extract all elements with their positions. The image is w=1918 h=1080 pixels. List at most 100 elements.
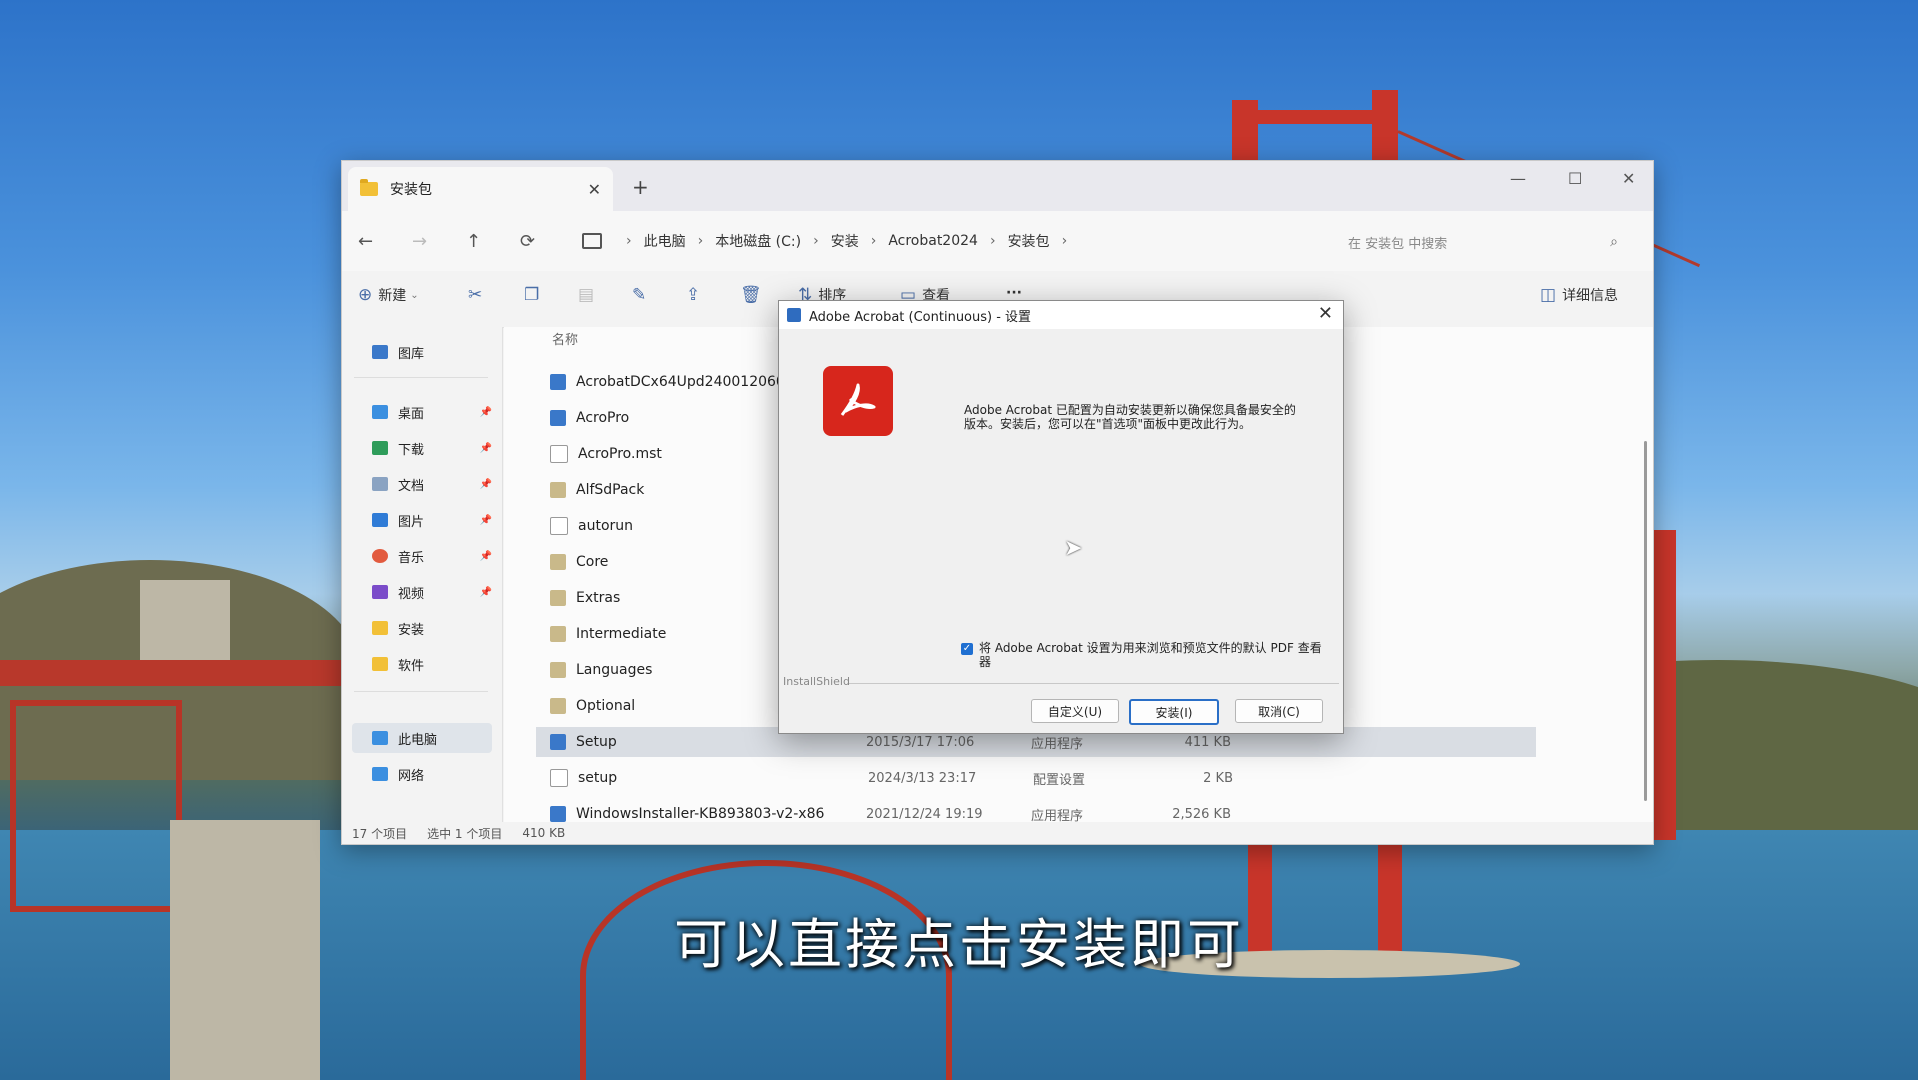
wallpaper-tower-top-right xyxy=(1372,90,1398,160)
wallpaper-bridge-truss xyxy=(10,700,182,912)
installer-icon xyxy=(550,410,566,426)
pin-icon: 📌 xyxy=(479,550,492,562)
documents-icon xyxy=(372,477,388,491)
file-size: 2 KB xyxy=(1203,770,1233,786)
breadcrumb-install[interactable]: 安装 xyxy=(831,231,859,251)
wallpaper-tower-top-left xyxy=(1232,100,1258,160)
back-button[interactable]: ← xyxy=(358,231,373,252)
list-item[interactable]: setup 2024/3/13 23:17 配置设置 2 KB xyxy=(536,763,1536,793)
search-input[interactable]: 在 安装包 中搜索 ⌕ xyxy=(1332,225,1632,259)
sidebar-item-pictures[interactable]: 图片 📌 xyxy=(372,507,492,533)
copy-icon[interactable]: ❐ xyxy=(524,285,545,305)
sidebar-item-downloads[interactable]: 下载 📌 xyxy=(372,435,492,461)
vertical-scrollbar[interactable] xyxy=(1644,441,1647,801)
sidebar-item-this-pc[interactable]: 此电脑 xyxy=(372,725,492,751)
pictures-icon xyxy=(372,513,388,527)
application-icon xyxy=(550,374,566,390)
file-type: 配置设置 xyxy=(1033,772,1086,788)
sidebar-item-label: 下载 xyxy=(398,442,425,458)
breadcrumb-local-disk[interactable]: 本地磁盘 (C:) xyxy=(715,231,801,251)
gallery-icon xyxy=(372,345,388,359)
sidebar-item-install[interactable]: 安装 xyxy=(372,615,492,641)
sidebar-item-desktop[interactable]: 桌面 📌 xyxy=(372,399,492,425)
file-name: WindowsInstaller-KB893803-v2-x86 xyxy=(576,806,825,822)
sidebar-item-label: 安装 xyxy=(398,622,425,638)
tab-installer-folder[interactable]: 安装包 ✕ xyxy=(348,167,613,211)
more-options-button[interactable]: ··· xyxy=(1006,285,1022,301)
refresh-button[interactable]: ⟳ xyxy=(520,231,535,252)
breadcrumb-separator: › xyxy=(626,233,632,249)
checkbox-checked-icon[interactable]: ✓ xyxy=(961,643,973,655)
delete-icon[interactable]: 🗑 xyxy=(740,285,768,305)
wallpaper-tower-right-leg xyxy=(1652,530,1676,840)
settings-file-icon xyxy=(550,517,568,535)
window-close-button[interactable]: ✕ xyxy=(1622,169,1635,188)
file-size: 2,526 KB xyxy=(1172,806,1231,822)
wallpaper-bridge-pier xyxy=(140,580,230,660)
details-button[interactable]: ◫ 详细信息 xyxy=(1540,285,1618,305)
rename-icon[interactable]: ✎ xyxy=(632,285,652,305)
share-icon[interactable]: ⇪ xyxy=(686,285,706,305)
tab-close-button[interactable]: ✕ xyxy=(588,180,601,199)
sidebar-item-label: 视频 xyxy=(398,586,425,602)
breadcrumb-acrobat2024[interactable]: Acrobat2024 xyxy=(888,233,978,249)
breadcrumb-installer-folder[interactable]: 安装包 xyxy=(1008,231,1050,251)
folder-icon xyxy=(360,179,378,196)
install-button[interactable]: 安装(I) xyxy=(1129,699,1219,725)
acrobat-setup-dialog: Adobe Acrobat (Continuous) - 设置 ✕ Adobe … xyxy=(778,300,1344,734)
pin-icon: 📌 xyxy=(479,406,492,418)
pin-icon: 📌 xyxy=(479,442,492,454)
sidebar-item-label: 软件 xyxy=(398,658,425,674)
sidebar-item-gallery[interactable]: 图库 xyxy=(372,339,492,365)
new-tab-button[interactable]: + xyxy=(632,175,649,199)
pin-icon: 📌 xyxy=(479,478,492,490)
mouse-cursor-icon: ➤ xyxy=(1064,536,1083,561)
sidebar-item-label: 桌面 xyxy=(398,406,425,422)
status-bar: 17 个项目 选中 1 个项目 410 KB xyxy=(342,822,1653,844)
breadcrumb-separator: › xyxy=(813,233,819,249)
folder-icon xyxy=(372,657,388,671)
sidebar-item-network[interactable]: 网络 xyxy=(372,761,492,787)
archive-icon xyxy=(550,590,566,606)
new-button[interactable]: ⊕ 新建 ⌄ xyxy=(358,285,419,305)
sidebar-item-videos[interactable]: 视频 📌 xyxy=(372,579,492,605)
breadcrumb-separator: › xyxy=(870,233,877,249)
breadcrumb-this-pc[interactable]: 此电脑 xyxy=(644,231,686,251)
details-pane-icon: ◫ xyxy=(1540,285,1557,305)
sidebar-item-software[interactable]: 软件 xyxy=(372,651,492,677)
sidebar-item-music[interactable]: 音乐 📌 xyxy=(372,543,492,569)
sidebar-item-documents[interactable]: 文档 📌 xyxy=(372,471,492,497)
default-pdf-viewer-checkbox[interactable]: ✓ 将 Adobe Acrobat 设置为用来浏览和预览文件的默认 PDF 查看… xyxy=(961,641,1331,669)
music-icon xyxy=(372,549,388,563)
sidebar-divider xyxy=(354,377,488,378)
maximize-button[interactable]: ☐ xyxy=(1568,169,1582,188)
network-icon xyxy=(372,767,388,781)
dialog-divider xyxy=(849,683,1339,684)
minimize-button[interactable]: — xyxy=(1510,169,1526,188)
forward-button[interactable]: → xyxy=(412,231,427,252)
file-type: 应用程序 xyxy=(1031,736,1084,752)
breadcrumb[interactable]: › 此电脑 › 本地磁盘 (C:) › 安装 › Acrobat2024 › 安… xyxy=(574,223,1134,259)
customize-button[interactable]: 自定义(U) xyxy=(1031,699,1119,723)
adobe-acrobat-logo xyxy=(823,366,893,436)
folder-icon xyxy=(372,621,388,635)
paste-icon[interactable]: ▤ xyxy=(578,285,600,305)
download-icon xyxy=(372,441,388,455)
cancel-button[interactable]: 取消(C) xyxy=(1235,699,1323,723)
search-icon: ⌕ xyxy=(1610,234,1618,250)
dialog-close-button[interactable]: ✕ xyxy=(1318,303,1333,324)
file-date: 2021/12/24 19:19 xyxy=(866,806,983,822)
file-icon xyxy=(550,445,568,463)
cut-icon[interactable]: ✂ xyxy=(468,285,488,305)
tab-bar: 安装包 ✕ + — ☐ ✕ xyxy=(342,161,1653,211)
application-icon xyxy=(550,806,566,822)
up-button[interactable]: ↑ xyxy=(466,231,481,252)
computer-icon xyxy=(372,731,388,745)
dialog-title: Adobe Acrobat (Continuous) - 设置 xyxy=(809,309,1032,325)
settings-file-icon xyxy=(550,769,568,787)
file-size: 411 KB xyxy=(1184,734,1231,750)
column-header-name[interactable]: 名称 xyxy=(552,329,578,348)
archive-icon xyxy=(550,662,566,678)
dialog-title-bar[interactable]: Adobe Acrobat (Continuous) - 设置 ✕ xyxy=(779,301,1343,329)
sidebar-item-label: 网络 xyxy=(398,768,425,784)
